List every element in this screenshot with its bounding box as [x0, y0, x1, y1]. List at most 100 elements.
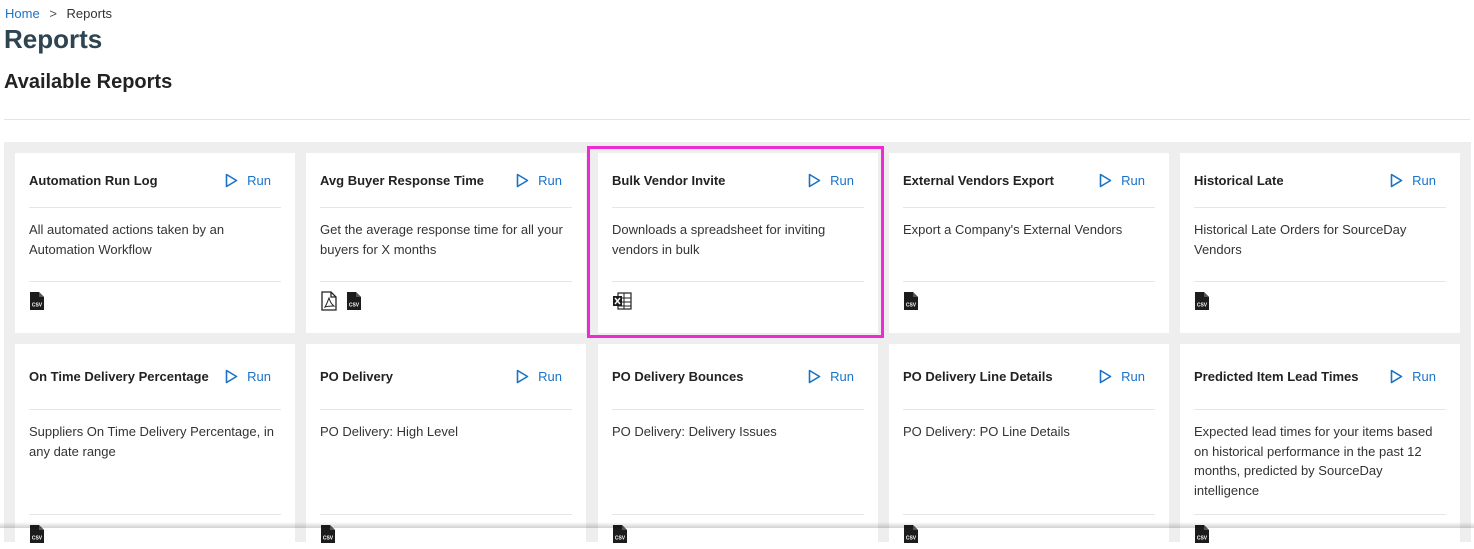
- report-card-header: Bulk Vendor Invite Run: [612, 153, 864, 208]
- report-card: PO Delivery Bounces Run PO Delivery: Deliv…: [598, 344, 878, 544]
- breadcrumb-current: Reports: [66, 6, 113, 21]
- run-button[interactable]: Run: [1099, 369, 1145, 384]
- report-description: Get the average response time for all yo…: [320, 222, 563, 257]
- report-formats: CSV: [903, 281, 1155, 316]
- report-card: PO Delivery Run PO Delivery: High Level CSV: [306, 344, 586, 544]
- report-title: Bulk Vendor Invite: [612, 172, 726, 188]
- breadcrumb: Home > Reports: [5, 6, 112, 21]
- play-icon: [808, 173, 821, 188]
- report-formats: CSV: [29, 281, 281, 316]
- report-formats: CSV: [320, 514, 572, 549]
- play-icon: [808, 369, 821, 384]
- play-icon: [225, 173, 238, 188]
- run-button[interactable]: Run: [1390, 369, 1436, 384]
- report-title: Avg Buyer Response Time: [320, 172, 484, 188]
- run-button[interactable]: Run: [808, 369, 854, 384]
- run-label: Run: [1121, 172, 1145, 188]
- report-title: Automation Run Log: [29, 172, 158, 188]
- scroll-shade: [0, 522, 1474, 528]
- report-card-header: PO Delivery Bounces Run: [612, 344, 864, 410]
- run-button[interactable]: Run: [516, 173, 562, 188]
- report-description: All automated actions taken by an Automa…: [29, 222, 225, 257]
- report-description: Export a Company's External Vendors: [903, 222, 1123, 237]
- svg-text:CSV: CSV: [32, 536, 43, 542]
- report-card-header: Predicted Item Lead Times Run: [1194, 344, 1446, 410]
- report-card: PO Delivery Line Details Run PO Delivery: …: [889, 344, 1169, 544]
- svg-text:CSV: CSV: [349, 303, 360, 309]
- run-label: Run: [830, 369, 854, 384]
- play-icon: [516, 369, 529, 384]
- svg-text:CSV: CSV: [906, 303, 917, 309]
- run-label: Run: [1121, 369, 1145, 384]
- report-card: Avg Buyer Response Time Run Get the averag…: [306, 153, 586, 333]
- report-card-header: External Vendors Export Run: [903, 153, 1155, 208]
- play-icon: [1099, 369, 1112, 384]
- csv-file-icon[interactable]: CSV: [1194, 291, 1210, 316]
- report-title: PO Delivery Line Details: [903, 369, 1053, 384]
- run-button[interactable]: Run: [516, 369, 562, 384]
- report-card: Historical Late Run Historical Late Orders…: [1180, 153, 1460, 333]
- run-button[interactable]: Run: [1099, 173, 1145, 188]
- csv-file-icon[interactable]: CSV: [346, 291, 362, 316]
- run-label: Run: [538, 369, 562, 384]
- play-icon: [225, 369, 238, 384]
- run-button[interactable]: Run: [225, 173, 271, 188]
- play-icon: [1099, 173, 1112, 188]
- csv-file-icon[interactable]: CSV: [903, 291, 919, 316]
- report-card-header: Avg Buyer Response Time Run: [320, 153, 572, 208]
- report-formats: CSV: [1194, 281, 1446, 316]
- csv-file-icon[interactable]: CSV: [29, 291, 45, 316]
- breadcrumb-separator: >: [49, 6, 57, 21]
- svg-text:CSV: CSV: [615, 536, 626, 542]
- breadcrumb-home-link[interactable]: Home: [5, 6, 40, 21]
- report-description: PO Delivery: High Level: [320, 424, 458, 439]
- report-card: Predicted Item Lead Times Run Expected lea…: [1180, 344, 1460, 544]
- report-card: Bulk Vendor Invite Run Downloads a spreads…: [598, 153, 878, 333]
- run-label: Run: [247, 172, 271, 188]
- report-card: External Vendors Export Run Export a Compa…: [889, 153, 1169, 333]
- run-label: Run: [830, 172, 854, 188]
- svg-text:CSV: CSV: [1197, 536, 1208, 542]
- report-description: Expected lead times for your items based…: [1194, 424, 1433, 498]
- svg-text:CSV: CSV: [32, 303, 43, 309]
- report-title: External Vendors Export: [903, 172, 1054, 188]
- report-card-header: PO Delivery Line Details Run: [903, 344, 1155, 410]
- run-label: Run: [1412, 172, 1436, 188]
- report-title: On Time Delivery Percentage: [29, 369, 209, 384]
- report-formats: CSV: [903, 514, 1155, 549]
- report-card-header: PO Delivery Run: [320, 344, 572, 410]
- svg-text:CSV: CSV: [1197, 303, 1208, 309]
- pdf-file-icon[interactable]: [320, 291, 338, 316]
- report-description: Downloads a spreadsheet for inviting ven…: [612, 222, 826, 257]
- report-formats: CSV: [1194, 514, 1446, 549]
- report-card-header: Historical Late Run: [1194, 153, 1446, 208]
- report-formats: CSV: [320, 281, 572, 316]
- run-label: Run: [538, 172, 562, 188]
- report-formats: CSV: [612, 514, 864, 549]
- page-title: Reports: [4, 24, 103, 54]
- run-button[interactable]: Run: [225, 369, 271, 384]
- report-description: Suppliers On Time Delivery Percentage, i…: [29, 424, 274, 459]
- report-card: On Time Delivery Percentage Run Suppliers …: [15, 344, 295, 544]
- report-description: PO Delivery: PO Line Details: [903, 424, 1070, 439]
- run-label: Run: [1412, 369, 1436, 384]
- section-title: Available Reports: [4, 71, 173, 93]
- report-formats: CSV: [29, 514, 281, 549]
- report-description: PO Delivery: Delivery Issues: [612, 424, 777, 439]
- xls-file-icon[interactable]: [612, 291, 632, 316]
- play-icon: [1390, 173, 1403, 188]
- report-title: PO Delivery Bounces: [612, 369, 744, 384]
- report-card: Automation Run Log Run All automated actio…: [15, 153, 295, 333]
- run-button[interactable]: Run: [1390, 173, 1436, 188]
- svg-text:CSV: CSV: [906, 536, 917, 542]
- report-title: PO Delivery: [320, 369, 393, 384]
- report-description: Historical Late Orders for SourceDay Ven…: [1194, 222, 1407, 257]
- report-formats: [612, 281, 864, 316]
- report-title: Historical Late: [1194, 172, 1284, 188]
- report-card-header: On Time Delivery Percentage Run: [29, 344, 281, 410]
- svg-text:CSV: CSV: [323, 536, 334, 542]
- report-card-header: Automation Run Log Run: [29, 153, 281, 208]
- play-icon: [1390, 369, 1403, 384]
- run-label: Run: [247, 369, 271, 384]
- run-button[interactable]: Run: [808, 173, 854, 188]
